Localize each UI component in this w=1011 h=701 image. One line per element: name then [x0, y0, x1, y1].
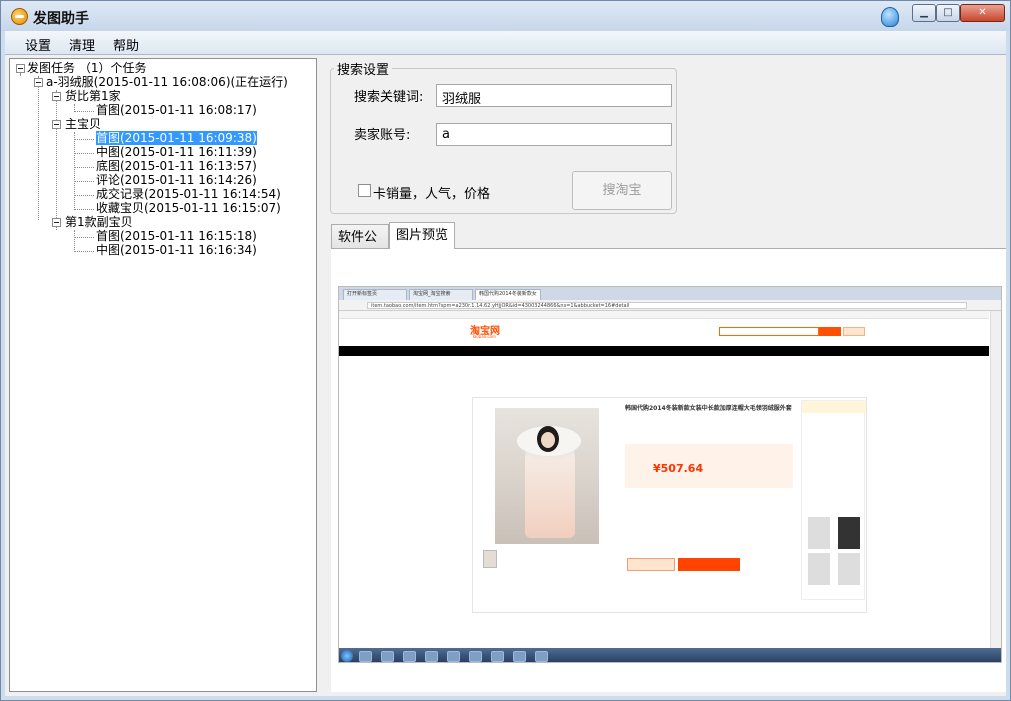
- tree-line: [74, 237, 94, 238]
- tree-line: [74, 111, 94, 112]
- maximize-button[interactable]: □: [936, 4, 960, 22]
- preview-product-photo: [495, 408, 599, 544]
- tree-group[interactable]: 第1款副宝贝: [65, 215, 133, 229]
- preview-taskbar-icon: [513, 651, 526, 662]
- tree-item[interactable]: 首图(2015-01-11 16:08:17): [96, 103, 257, 117]
- preview-taskbar: [339, 648, 1001, 662]
- tab-image-preview[interactable]: 图片预览: [389, 222, 455, 249]
- preview-taskbar-icon: [469, 651, 482, 662]
- menu-settings[interactable]: 设置: [25, 35, 51, 54]
- preview-taskbar-icon: [359, 651, 372, 662]
- preview-search-box: [719, 327, 819, 336]
- preview-nav-bar: [339, 346, 989, 356]
- tree-root[interactable]: 发图任务 （1）个任务: [27, 61, 146, 75]
- preview-shop-search-button: [843, 327, 865, 336]
- preview-site-topbar: [339, 311, 989, 319]
- assistant-icon[interactable]: [881, 7, 899, 27]
- title-bar: 发图助手 ▁ □ ✕: [1, 1, 1010, 31]
- app-logo-icon: [11, 8, 28, 25]
- preview-logo-sub: Taobao.com: [472, 334, 496, 339]
- preview-taskbar-icon: [491, 651, 504, 662]
- preview-scrollbar: [990, 311, 1001, 648]
- tab-page: 打开新标签页 淘宝网_淘宝搜索 韩国代购2014冬装新款女装... item.t…: [331, 248, 1006, 692]
- preview-buy-now: [627, 558, 675, 571]
- menu-bar: 设置 清理 帮助: [5, 31, 1006, 55]
- tree-line: [74, 230, 75, 252]
- preview-taskbar-icon: [403, 651, 416, 662]
- preview-url: item.taobao.com/item.htm?spm=a230r.1.14.…: [367, 302, 967, 309]
- client-area: 发图任务 （1）个任务 a-羽绒服(2015-01-11 16:08:06)(正…: [5, 55, 1006, 696]
- tree-line: [38, 76, 39, 220]
- preview-price-box: ¥507.64: [625, 444, 793, 488]
- preview-thumbnail: [483, 550, 497, 568]
- tree-item-selected[interactable]: 首图(2015-01-11 16:09:38): [96, 131, 257, 145]
- search-settings-title: 搜索设置: [334, 59, 393, 78]
- preview-mini-product: [838, 517, 860, 549]
- keyword-label: 搜索关键词:: [354, 90, 424, 105]
- minimize-button[interactable]: ▁: [912, 4, 936, 22]
- preview-browser-tab: 韩国代购2014冬装新款女装...: [475, 289, 541, 300]
- tree-expander[interactable]: [16, 64, 25, 73]
- tree-line: [74, 132, 75, 210]
- menu-help[interactable]: 帮助: [113, 35, 139, 54]
- tree-line: [74, 181, 94, 182]
- keyword-input[interactable]: 羽绒服: [436, 84, 672, 107]
- preview-mini-product: [808, 553, 830, 585]
- preview-mini-product: [838, 553, 860, 585]
- preview-shop-header: [802, 401, 866, 413]
- tree-line: [74, 251, 94, 252]
- tree-line: [74, 153, 94, 154]
- tree-line: [56, 90, 57, 230]
- tree-item[interactable]: 底图(2015-01-11 16:13:57): [96, 159, 257, 173]
- tree-line: [74, 167, 94, 168]
- tree-line: [74, 139, 94, 140]
- tree-group[interactable]: 货比第1家: [65, 89, 121, 103]
- seller-label: 卖家账号:: [354, 128, 411, 143]
- tree-expander[interactable]: [52, 218, 61, 227]
- preview-taskbar-icon: [535, 651, 548, 662]
- tree-item[interactable]: 中图(2015-01-11 16:16:34): [96, 243, 257, 257]
- task-tree[interactable]: 发图任务 （1）个任务 a-羽绒服(2015-01-11 16:08:06)(正…: [9, 58, 317, 692]
- preview-product-panel: 韩国代购2014冬装新款女装中长款加厚连帽大毛领羽绒服外套 ¥507.64: [472, 397, 867, 613]
- preview-mini-product: [808, 517, 830, 549]
- tree-line: [74, 195, 94, 196]
- preview-photo-face: [541, 432, 555, 448]
- tree-line: [74, 209, 94, 210]
- tree-expander[interactable]: [52, 120, 61, 129]
- tree-item[interactable]: 评论(2015-01-11 16:14:26): [96, 173, 257, 187]
- preview-browser-tab: 淘宝网_淘宝搜索: [409, 289, 473, 300]
- preview-price: ¥507.64: [653, 462, 704, 475]
- tree-expander[interactable]: [52, 92, 61, 101]
- preview-taskbar-icon: [447, 651, 460, 662]
- app-window: 发图助手 ▁ □ ✕ 设置 清理 帮助 发图任务 （1）个任务 a-羽绒服(20…: [0, 0, 1011, 701]
- tab-announcement[interactable]: 软件公告: [331, 224, 389, 270]
- tree-item[interactable]: 成交记录(2015-01-11 16:14:54): [96, 187, 281, 201]
- tree-item[interactable]: 首图(2015-01-11 16:15:18): [96, 229, 257, 243]
- preview-search-button: [819, 327, 841, 336]
- preview-start-icon: [341, 650, 353, 662]
- sales-filter-checkbox[interactable]: [358, 184, 371, 197]
- tree-line: [20, 73, 21, 75]
- tree-item[interactable]: 收藏宝贝(2015-01-11 16:15:07): [96, 201, 281, 215]
- preview-product-title: 韩国代购2014冬装新款女装中长款加厚连帽大毛领羽绒服外套: [625, 405, 792, 412]
- preview-browser-tab: 打开新标签页: [343, 289, 407, 300]
- tree-expander[interactable]: [34, 78, 43, 87]
- image-preview: 打开新标签页 淘宝网_淘宝搜索 韩国代购2014冬装新款女装... item.t…: [338, 286, 1002, 663]
- preview-add-cart: [678, 558, 740, 571]
- preview-address-bar: item.taobao.com/item.htm?spm=a230r.1.14.…: [339, 300, 1001, 311]
- close-button[interactable]: ✕: [960, 4, 1005, 22]
- tree-task[interactable]: a-羽绒服(2015-01-11 16:08:06)(正在运行): [46, 75, 288, 89]
- tree-item[interactable]: 中图(2015-01-11 16:11:39): [96, 145, 257, 159]
- preview-taskbar-icon: [381, 651, 394, 662]
- tree-group[interactable]: 主宝贝: [65, 117, 101, 131]
- search-taobao-button[interactable]: 搜淘宝: [572, 171, 672, 210]
- preview-shop-panel: [801, 400, 866, 600]
- sales-filter-label: 卡销量，人气，价格: [373, 187, 491, 202]
- seller-input[interactable]: a: [436, 123, 672, 146]
- preview-taskbar-icon: [425, 651, 438, 662]
- window-title: 发图助手: [33, 11, 89, 27]
- menu-clean[interactable]: 清理: [69, 35, 95, 54]
- preview-browser-tabs: 打开新标签页 淘宝网_淘宝搜索 韩国代购2014冬装新款女装...: [339, 287, 1001, 300]
